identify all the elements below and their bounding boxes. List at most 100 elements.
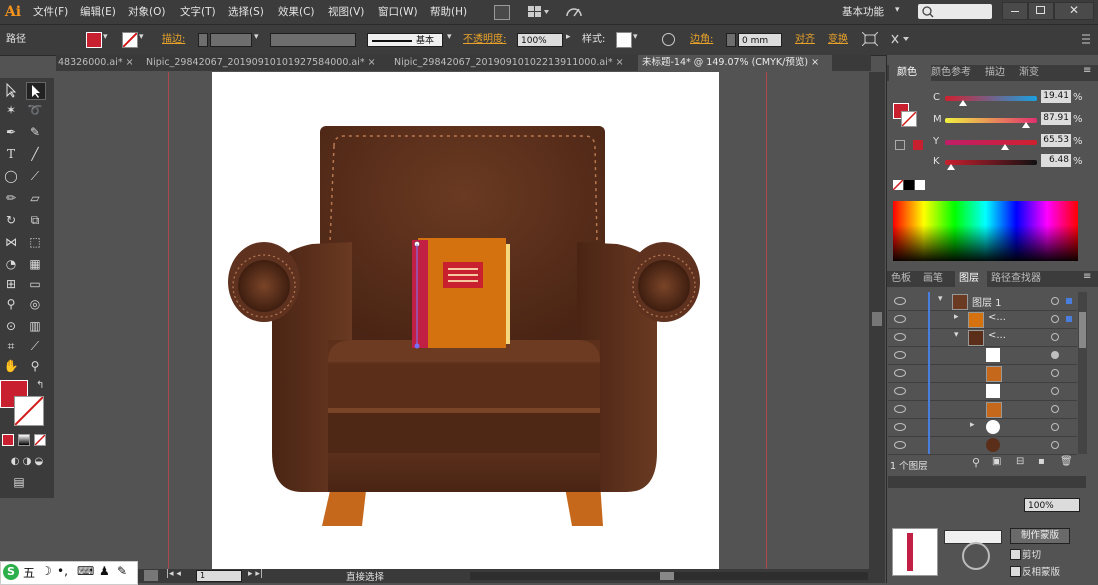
scale-tool-icon[interactable]: ⧉ <box>26 212 44 228</box>
c-slider[interactable] <box>945 96 1037 106</box>
target-circle-icon[interactable] <box>1051 297 1059 305</box>
layer-row-8[interactable]: ▸ <box>888 418 1077 437</box>
isolate-icon[interactable] <box>861 31 879 47</box>
direct-selection-tool-icon[interactable] <box>26 82 46 100</box>
target-circle-icon[interactable] <box>1051 441 1059 449</box>
visibility-eye-icon[interactable] <box>894 351 906 359</box>
chevron-down-icon[interactable]: ▾ <box>139 32 144 42</box>
tab-pathfinder[interactable]: 路径查找器 <box>991 271 1061 287</box>
visibility-eye-icon[interactable] <box>894 369 906 377</box>
line-tool-icon[interactable]: ╱ <box>26 146 44 162</box>
tab-document-active[interactable]: 未标题-14* @ 149.07% (CMYK/预览) × <box>638 55 832 71</box>
graphic-style-swatch[interactable] <box>616 32 632 48</box>
stroke-weight-field[interactable] <box>210 33 252 47</box>
layer-row-7[interactable] <box>888 400 1077 419</box>
tab-gradient[interactable]: 渐变 <box>1019 65 1049 81</box>
chevron-right-icon[interactable]: ▸ <box>954 312 959 322</box>
panel-menu-icon[interactable]: ≡ <box>1083 65 1091 76</box>
panel-menu-icon[interactable]: ≡ <box>1083 271 1091 282</box>
bridge-icon[interactable] <box>494 5 510 20</box>
rotate-tool-icon[interactable]: ↻ <box>2 212 20 228</box>
swap-colors-icon[interactable]: ↰ <box>36 380 44 391</box>
link-mask-icon[interactable] <box>962 542 990 570</box>
color-spectrum[interactable] <box>893 201 1078 261</box>
chevron-right-icon[interactable]: ▸ <box>566 32 571 42</box>
vertical-scrollbar[interactable] <box>869 72 885 569</box>
y-slider[interactable] <box>945 140 1037 150</box>
layer-row-3[interactable]: ▾ <... <box>888 328 1077 347</box>
draw-modes-icon[interactable]: ◐ ◑ ◒ <box>0 454 54 470</box>
free-transform-tool-icon[interactable]: ⬚ <box>26 234 44 250</box>
menu-file[interactable]: 文件(F) <box>33 4 68 20</box>
c-value-field[interactable]: 19.41 <box>1041 90 1071 103</box>
layer-row-1[interactable]: ▾ 图层 1 <box>888 292 1077 311</box>
panel-menu-icon[interactable] <box>1080 31 1092 47</box>
y-value-field[interactable]: 65.53 <box>1041 134 1071 147</box>
tab-layers[interactable]: 图层 <box>955 271 987 287</box>
chevron-down-icon[interactable]: ▾ <box>895 5 900 15</box>
artboard-tool-icon[interactable]: ⌗ <box>2 338 20 354</box>
k-slider[interactable] <box>945 160 1037 170</box>
shape-builder-tool-icon[interactable]: ◔ <box>2 256 20 272</box>
m-value-field[interactable]: 87.91 <box>1041 112 1071 125</box>
pencil-tool-icon[interactable]: ✏ <box>2 190 20 206</box>
layer-row-9[interactable] <box>888 436 1077 455</box>
tab-color-guide[interactable]: 颜色参考 <box>931 65 987 81</box>
menu-object[interactable]: 对象(O) <box>128 4 165 20</box>
delete-layer-icon[interactable]: 🗑 <box>1060 456 1073 467</box>
visibility-eye-icon[interactable] <box>894 441 906 449</box>
variable-width-profile[interactable] <box>270 33 356 47</box>
k-value-field[interactable]: 6.48 <box>1041 154 1071 167</box>
target-circle-icon[interactable] <box>1051 351 1059 359</box>
tab-document-3[interactable]: Nipic_29842067_20190910102213911000.ai* … <box>392 55 638 71</box>
eyedropper-tool-icon[interactable]: ⚲ <box>2 296 20 312</box>
distribute-icon[interactable] <box>890 32 914 46</box>
target-circle-icon[interactable] <box>1051 369 1059 377</box>
user-icon[interactable]: ♟ <box>99 564 110 578</box>
chevron-down-icon[interactable]: ▾ <box>954 330 959 340</box>
stroke-weight-stepper[interactable] <box>198 33 208 47</box>
type-tool-icon[interactable]: T <box>2 146 20 162</box>
visibility-eye-icon[interactable] <box>894 387 906 395</box>
opacity-label[interactable]: 不透明度: <box>463 33 506 47</box>
corner-radius-field[interactable]: 0 mm <box>738 33 782 47</box>
slice-tool-icon[interactable]: ⟋ <box>26 338 44 354</box>
tab-stroke[interactable]: 描边 <box>985 65 1015 81</box>
next-page-icon[interactable]: ▸ ▸| <box>248 569 263 579</box>
chevron-down-icon[interactable]: ▾ <box>447 32 452 42</box>
visibility-eye-icon[interactable] <box>894 297 906 305</box>
black-swatch[interactable] <box>904 180 914 190</box>
menu-select[interactable]: 选择(S) <box>228 4 264 20</box>
menu-edit[interactable]: 编辑(E) <box>80 4 116 20</box>
stroke-color-box[interactable] <box>14 396 44 426</box>
column-graph-tool-icon[interactable]: ▥ <box>26 318 44 334</box>
transparency-opacity-field[interactable]: 100% <box>1024 498 1080 512</box>
stroke-swatch[interactable] <box>122 32 138 48</box>
gradient-tool-icon[interactable]: ▭ <box>26 276 44 292</box>
layers-scrollbar[interactable] <box>1078 292 1087 454</box>
target-circle-icon[interactable] <box>1051 333 1059 341</box>
chevron-down-icon[interactable]: ▾ <box>938 294 943 304</box>
pen-tool-icon[interactable]: ✒ <box>2 124 20 140</box>
selection-tool-icon[interactable] <box>2 82 20 98</box>
keyboard-icon[interactable]: ⌨ <box>77 564 94 578</box>
new-layer-icon[interactable]: ▪ <box>1038 456 1045 467</box>
search-icon[interactable]: ⚲ <box>972 456 980 469</box>
maximize-button[interactable] <box>1028 2 1054 20</box>
corner-label[interactable]: 边角: <box>690 33 713 47</box>
horizontal-scrollbar[interactable] <box>470 572 868 580</box>
brush-definition[interactable]: 基本 <box>367 33 443 47</box>
symbol-sprayer-tool-icon[interactable]: ⊙ <box>2 318 20 334</box>
artboard[interactable] <box>212 72 719 569</box>
chevron-right-icon[interactable]: ▸ <box>970 420 975 430</box>
close-button[interactable]: ✕ <box>1054 2 1094 20</box>
ime-mode-label[interactable]: 五 <box>23 564 35 581</box>
menu-help[interactable]: 帮助(H) <box>430 4 467 20</box>
stroke-label[interactable]: 描边: <box>162 33 185 47</box>
target-circle-icon[interactable] <box>1051 423 1059 431</box>
align-link[interactable]: 对齐 <box>795 33 815 47</box>
workspace-switcher[interactable]: 基本功能 <box>842 4 884 19</box>
page-field[interactable]: 1 <box>196 570 242 582</box>
visibility-eye-icon[interactable] <box>894 333 906 341</box>
tab-color[interactable]: 颜色 <box>889 65 931 81</box>
